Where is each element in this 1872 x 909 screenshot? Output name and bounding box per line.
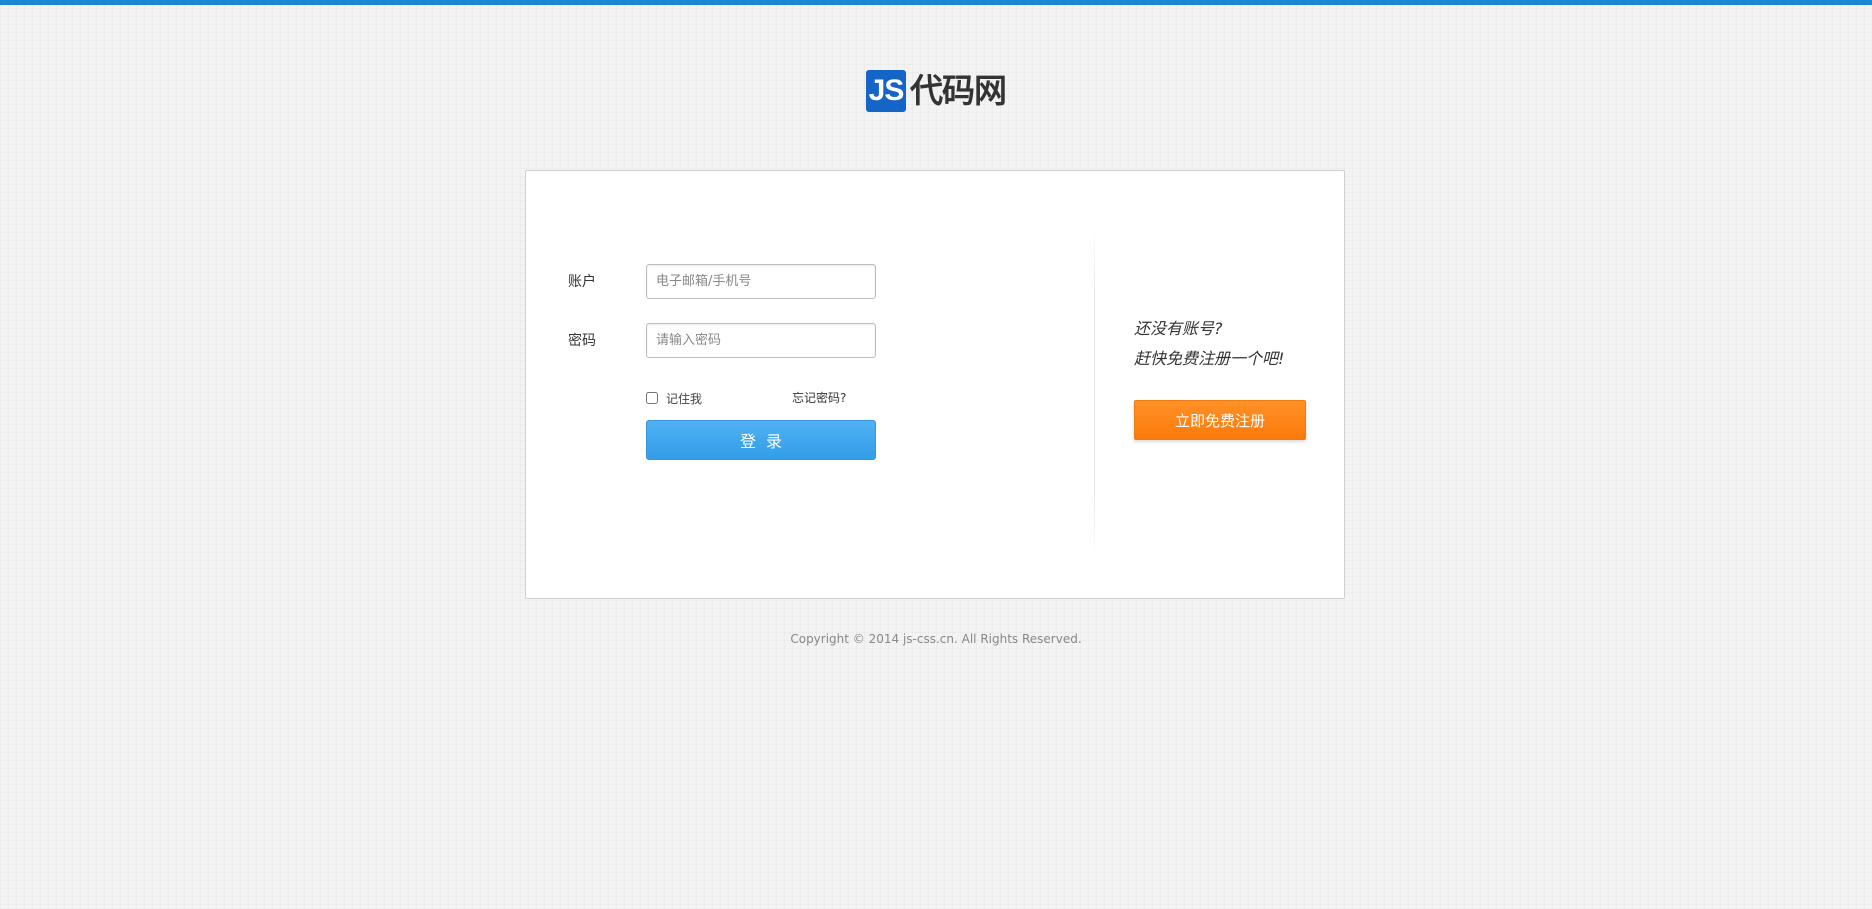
site-logo: JS 代码网 xyxy=(866,70,1007,112)
login-card: 账户 密码 记住我 忘记密码? 登录 还没有账号? 赶快免费注册一个吧! 立即免… xyxy=(525,170,1345,599)
top-accent-bar xyxy=(0,0,1872,5)
logo-badge: JS xyxy=(866,70,906,112)
remember-label: 记住我 xyxy=(666,391,703,406)
copyright-text: Copyright © 2014 js-css.cn. All Rights R… xyxy=(790,632,1082,646)
account-input[interactable] xyxy=(646,264,876,299)
account-label: 账户 xyxy=(568,274,596,290)
logo-text: 代码网 xyxy=(910,71,1007,110)
register-prompt-line2: 赶快免费注册一个吧! xyxy=(1134,349,1285,368)
register-button[interactable]: 立即免费注册 xyxy=(1134,400,1306,440)
login-button[interactable]: 登录 xyxy=(646,420,876,460)
forgot-password-link[interactable]: 忘记密码? xyxy=(792,390,846,406)
remember-me[interactable]: 记住我 xyxy=(646,390,702,406)
remember-checkbox[interactable] xyxy=(646,392,658,404)
password-input[interactable] xyxy=(646,323,876,358)
vertical-divider xyxy=(1094,229,1095,559)
register-prompt-line1: 还没有账号? xyxy=(1134,319,1223,338)
password-label: 密码 xyxy=(568,333,596,349)
